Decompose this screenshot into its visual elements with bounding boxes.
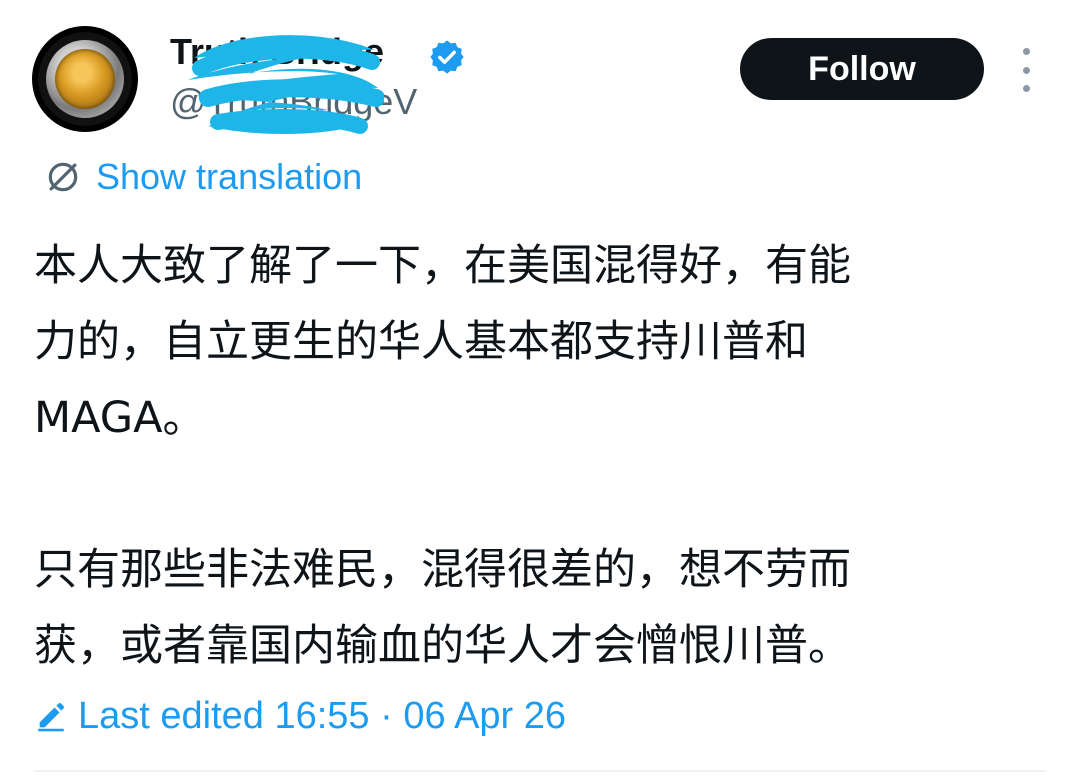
- verified-badge-icon: [430, 40, 464, 74]
- redaction-scribble: [188, 35, 384, 134]
- tweet-paragraph-2: 只有那些非法难民，混得很差的，想不劳而 获，或者靠国内输血的华人才会憎恨川普。: [34, 545, 851, 671]
- follow-button[interactable]: Follow: [740, 38, 984, 100]
- tweet-paragraph-1: 本人大致了解了一下，在美国混得好，有能 力的，自立更生的华人基本都支持川普和 M…: [34, 241, 851, 443]
- pencil-icon: [38, 703, 64, 732]
- more-dot: [1022, 85, 1030, 92]
- more-dot: [1022, 48, 1030, 55]
- avatar-ring: [46, 40, 124, 118]
- avatar[interactable]: [32, 26, 138, 132]
- last-edited-link[interactable]: Last edited 16:55 · 06 Apr 26: [34, 692, 566, 740]
- avatar-core: [55, 49, 115, 109]
- tweet-text: 本人大致了解了一下，在美国混得好，有能 力的，自立更生的华人基本都支持川普和 M…: [34, 228, 1024, 684]
- more-vertical-icon[interactable]: [1012, 48, 1040, 92]
- show-translation-link[interactable]: Show translation: [44, 154, 362, 200]
- last-edited-label[interactable]: Last edited 16:55 · 06 Apr 26: [78, 695, 566, 738]
- translate-icon: [48, 162, 78, 192]
- divider: [34, 770, 1046, 772]
- more-dot: [1022, 66, 1030, 74]
- show-translation-label[interactable]: Show translation: [96, 156, 362, 198]
